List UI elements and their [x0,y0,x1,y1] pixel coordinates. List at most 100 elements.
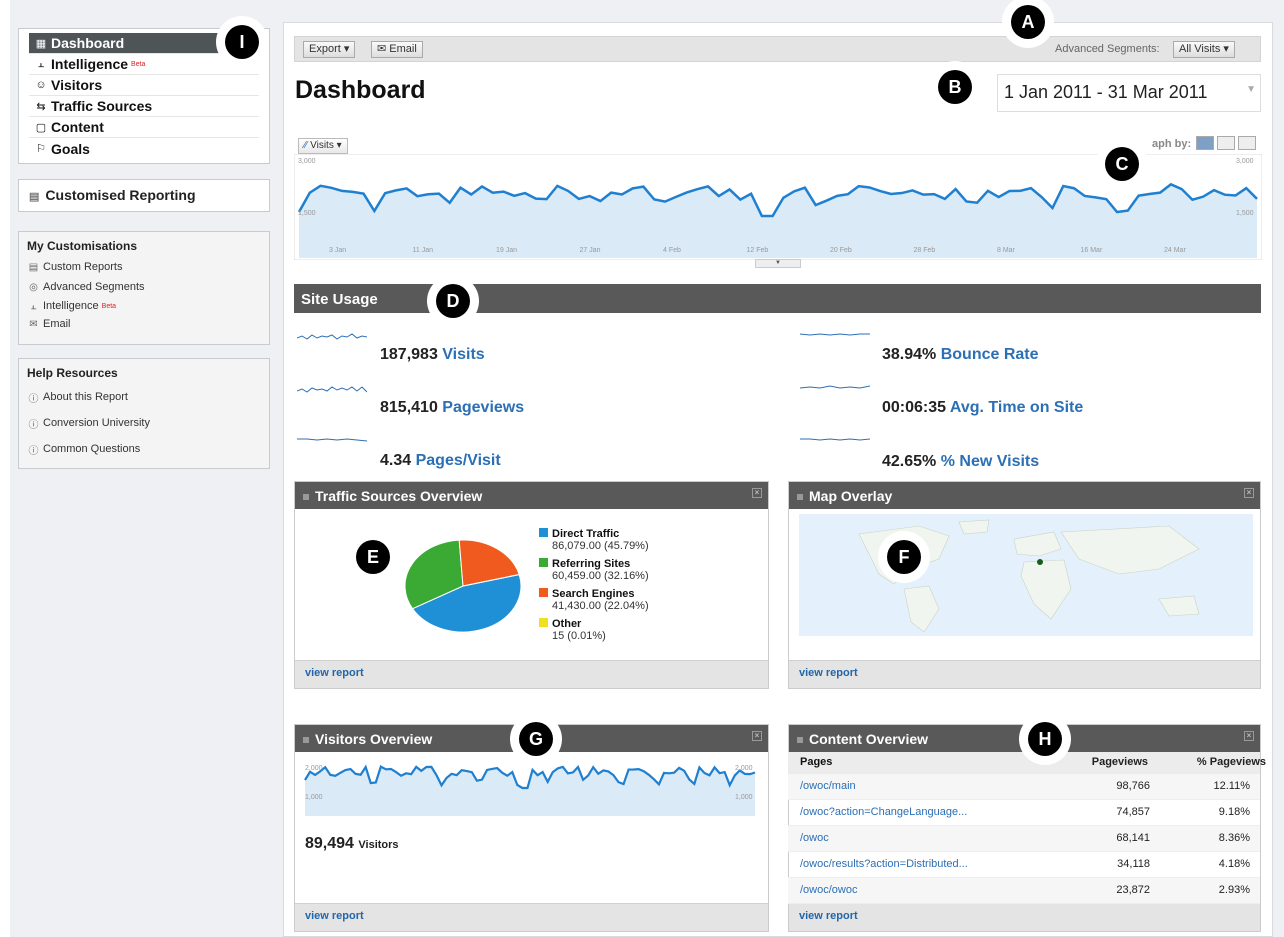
bounce-rate-sparkline [800,333,870,336]
help-icon: ⓘ [28,393,39,405]
stat-visits: 187,983 Visits [380,346,485,364]
widget-footer: view report [295,660,768,688]
traffic-pie-chart [404,539,522,633]
stat-new-visits: 42.65% % New Visits [882,453,1039,471]
nav-label: Content [51,119,104,135]
stat-value: 4.34 [380,452,412,469]
nav-traffic-sources[interactable]: ⇆ Traffic Sources [29,96,259,117]
custom-reporting-label: Customised Reporting [45,187,196,203]
widget-title: Content Overview [809,731,929,747]
close-icon[interactable]: × [752,731,762,741]
stat-value: 38.94% [882,346,937,363]
common-questions-link[interactable]: ⓘ Common Questions [27,436,261,462]
report-icon: ▤ [29,191,40,203]
nav-content[interactable]: ▢ Content [29,117,259,138]
y-axis-label: 1,500 [1236,210,1254,217]
legend-label: Other [552,618,582,630]
help-title: Help Resources [27,366,118,380]
envelope-icon: ✉ [29,318,38,330]
custom-reporting-link[interactable]: ▤ Customised Reporting [18,179,270,212]
x-axis-label: 20 Feb [830,247,852,254]
graph-by-week-button[interactable] [1217,136,1235,150]
x-axis-label: 12 Feb [746,247,769,254]
custom-reports-link[interactable]: ▤ Custom Reports [27,257,261,277]
page-link[interactable]: /owoc/main [800,780,856,792]
marker-f: F [878,531,930,583]
email-link[interactable]: ✉ Email [27,315,261,333]
close-icon[interactable]: × [1244,488,1254,498]
legend-swatch [539,528,548,537]
marker-label: D [436,284,470,318]
nav-goals[interactable]: ⚐ Goals [29,138,259,159]
legend-label: Direct Traffic [552,528,620,540]
flag-icon: ⚐ [36,143,46,155]
stat-value: 42.65% [882,453,937,470]
stat-link[interactable]: % New Visits [941,453,1039,470]
map-overlay-widget: Map Overlay × view report [788,481,1261,689]
table-row: /owoc/results?action=Distributed... 34,11… [788,852,1260,878]
view-report-link[interactable]: view report [799,910,858,922]
stat-link[interactable]: Pages/Visit [416,452,501,469]
widget-header[interactable]: Traffic Sources Overview × [295,482,768,509]
world-map[interactable] [799,514,1253,636]
view-report-link[interactable]: view report [305,910,364,922]
marker-i: I [216,16,268,68]
segments-dropdown[interactable]: All Visits ▾ [1173,41,1235,58]
column-header: Pageviews [1091,756,1148,768]
conversion-university-link[interactable]: ⓘ Conversion University [27,410,261,436]
stat-link[interactable]: Pageviews [442,399,524,416]
marker-label: G [519,722,553,756]
new-visits-sparkline [800,438,870,441]
widget-title: Map Overlay [809,488,893,504]
report-toolbar: Export ▾ ✉ Email Advanced Segments: All … [294,36,1261,62]
advanced-segments-link[interactable]: ◎ Advanced Segments [27,277,261,297]
drag-handle-icon [797,737,803,744]
link-label: Advanced Segments [43,281,145,293]
legend-swatch [539,558,548,567]
metric-label: Visits ▾ [310,140,342,151]
close-icon[interactable]: × [752,488,762,498]
widget-header[interactable]: Map Overlay × [789,482,1260,509]
visitors-count-value: 89,494 [305,835,354,852]
date-range-picker[interactable]: 1 Jan 2011 - 31 Mar 2011 ▼ [997,74,1261,112]
intelligence-link[interactable]: ⫠ Intelligence Beta [27,297,261,315]
legend-label: Search Engines [552,588,635,600]
stat-pageviews: 815,410 Pageviews [380,399,524,417]
graph-metric-selector[interactable]: ⁄⁄ Visits ▾ [298,138,348,154]
view-report-link[interactable]: view report [305,667,364,679]
page-link[interactable]: /owoc/results?action=Distributed... [800,858,968,870]
y-axis-label: 1,000 [735,794,753,801]
about-report-link[interactable]: ⓘ About this Report [27,384,261,410]
export-button[interactable]: Export ▾ [303,41,356,58]
traffic-icon: ⇆ [36,100,46,113]
legend-direct: Direct Traffic 86,079.00 (45.79%) [539,528,649,552]
view-report-link[interactable]: view report [799,667,858,679]
nav-visitors[interactable]: ☺ Visitors [29,75,259,96]
y-axis-label: 2,000 [305,765,323,772]
stat-link[interactable]: Avg. Time on Site [950,399,1083,416]
help-icon: ⓘ [28,419,39,431]
close-icon[interactable]: × [1244,731,1254,741]
column-header: % Pageviews [1196,756,1266,768]
legend-label: Referring Sites [552,558,631,570]
graph-collapse-handle[interactable]: ▼ [755,259,801,268]
link-label: About this Report [43,391,128,403]
page-link[interactable]: /owoc?action=ChangeLanguage... [800,806,967,818]
page-link[interactable]: /owoc [800,832,829,844]
stat-value: 187,983 [380,346,438,363]
stat-link[interactable]: Bounce Rate [941,346,1039,363]
marker-label: C [1105,147,1139,181]
nav-label: Visitors [51,77,103,93]
graph-by-month-button[interactable] [1238,136,1256,150]
chevron-down-icon: ▼ [1246,84,1256,95]
stat-link[interactable]: Visits [442,346,484,363]
email-button[interactable]: ✉ Email [371,41,423,58]
marker-label: H [1028,722,1062,756]
site-usage-title: Site Usage [301,291,378,308]
page-link[interactable]: /owoc/owoc [800,884,857,896]
visitors-count-label: Visitors [358,839,399,851]
traffic-sources-widget: Traffic Sources Overview × Direct Traffic… [294,481,769,689]
graph-by-day-button[interactable] [1196,136,1214,150]
my-customisations-panel: My Customisations ▤ Custom Reports ◎ Advan… [18,231,270,345]
marker-label: I [225,25,259,59]
